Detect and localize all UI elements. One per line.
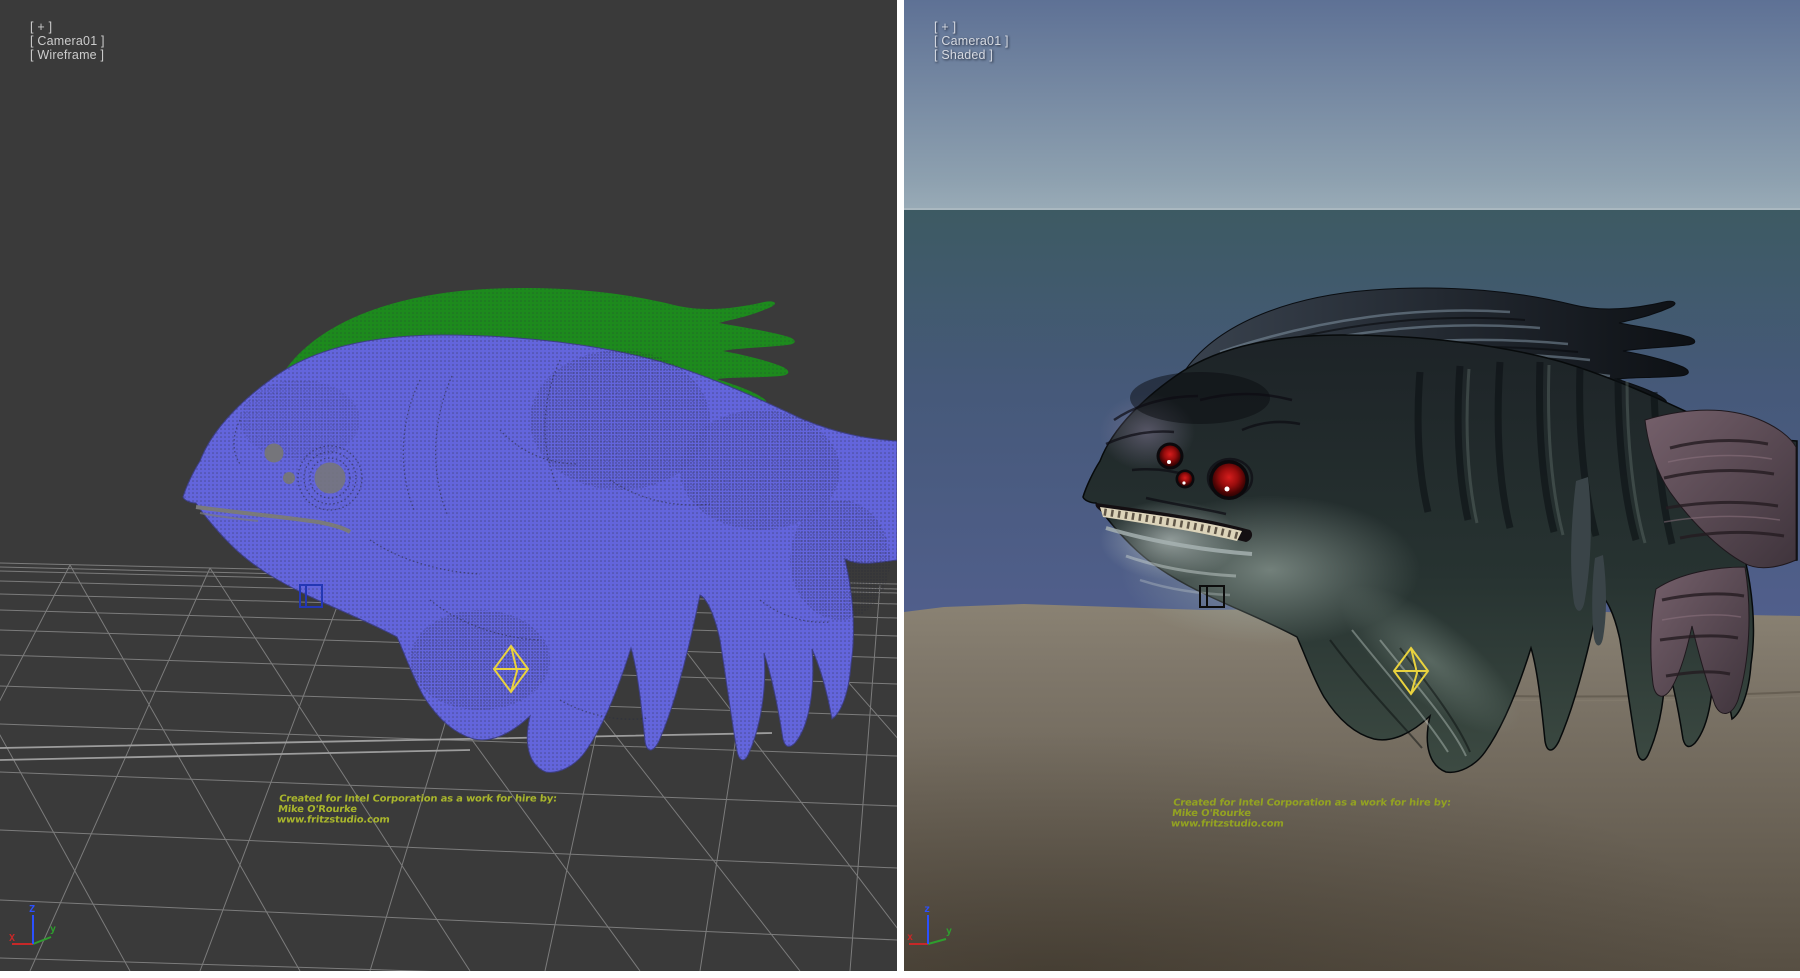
viewport-shading-menu-button[interactable]: [ Shaded ] xyxy=(934,48,993,62)
viewport-shaded[interactable]: [ + ] [ Camera01 ] [ Shaded ] xyxy=(904,0,1800,971)
viewport-general-menu-button[interactable]: [ + ] xyxy=(30,20,52,34)
viewport-wireframe[interactable]: [ + ] [ Camera01 ] [ Wireframe ] xyxy=(0,0,897,971)
viewport-camera-menu-button[interactable]: [ Camera01 ] xyxy=(30,34,105,48)
viewport-workspace: [ + ] [ Camera01 ] [ Wireframe ] xyxy=(0,0,1800,978)
axis-x-label: X xyxy=(9,933,15,944)
axis-y-label: y xyxy=(50,924,56,935)
credits-line-2: Mike O'Rourke xyxy=(1171,808,1450,818)
credits-line-1: Created for Intel Corporation as a work … xyxy=(1173,798,1452,808)
viewport-camera-menu-button[interactable]: [ Camera01 ] xyxy=(934,34,1009,48)
credits-line-3: www.fritzstudio.com xyxy=(276,815,555,825)
axis-z-label: Z xyxy=(29,904,35,915)
viewport-menu-bar-right: [ + ] [ Camera01 ] [ Shaded ] xyxy=(912,6,1011,76)
world-axis-gizmo: X y Z xyxy=(9,904,56,944)
scene-credits-text: Created for Intel Corporation as a work … xyxy=(1170,798,1451,829)
viewport-menu-bar-left: [ + ] [ Camera01 ] [ Wireframe ] xyxy=(8,6,107,76)
scene-credits-text: Created for Intel Corporation as a work … xyxy=(276,794,557,825)
axis-x-label: x xyxy=(907,932,913,943)
viewport-shading-menu-button[interactable]: [ Wireframe ] xyxy=(30,48,104,62)
fish-creature-wireframe[interactable] xyxy=(183,335,897,772)
viewport-general-menu-button[interactable]: [ + ] xyxy=(934,20,956,34)
credits-line-1: Created for Intel Corporation as a work … xyxy=(279,794,558,804)
sky xyxy=(904,0,1800,210)
credits-line-2: Mike O'Rourke xyxy=(277,804,556,814)
credits-line-3: www.fritzstudio.com xyxy=(1170,819,1449,829)
axis-y-label: y xyxy=(946,926,952,937)
axis-z-label: z xyxy=(924,904,930,915)
